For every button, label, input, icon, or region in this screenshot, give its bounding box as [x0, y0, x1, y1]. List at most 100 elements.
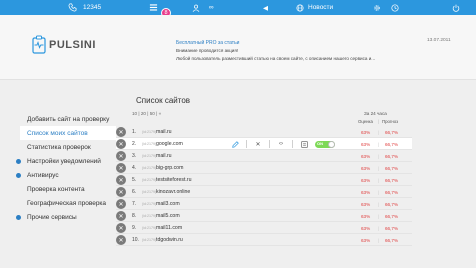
sidebar-item-other-services[interactable]: Прочие сервисы — [4, 210, 116, 224]
toggle-knob — [328, 140, 335, 148]
forecast-value: 66,7% — [385, 201, 399, 207]
infinity-icon[interactable]: ∞ — [209, 0, 214, 15]
delete-icon[interactable]: ✕ — [116, 211, 126, 221]
rating-value: 63% — [361, 165, 371, 171]
phone-counter[interactable]: 12345 — [68, 0, 101, 15]
forecast-value: 66,7% — [385, 177, 399, 183]
phone-number: 12345 — [83, 4, 102, 11]
news-link[interactable]: Новости — [296, 0, 333, 15]
sites-table: ✕ 1. (id:2179) mail.ru 63% | 66,7% ✕ 2. … — [116, 126, 412, 246]
delete-icon[interactable]: ✕ — [116, 235, 126, 245]
site-host-link[interactable]: mail.ru — [156, 129, 172, 135]
table-row[interactable]: ✕ 4. (id:2179) big-grp.com 63% | 66,7% — [116, 162, 412, 174]
site-host-link[interactable]: big-grp.com — [156, 165, 183, 171]
sidebar-item-add-site[interactable]: Добавить сайт на проверку — [4, 112, 116, 126]
gear-icon — [374, 4, 380, 11]
period-header: За 24 часа — [364, 111, 387, 116]
news-date: 13.07.2011 — [427, 38, 451, 43]
site-host-link[interactable]: google.com — [156, 141, 183, 147]
table-row[interactable]: ✕ 7. (id:2179) mail3.com 63% | 66,7% — [116, 198, 412, 210]
sidebar-item-statistics[interactable]: Статистика проверок — [4, 140, 116, 154]
sidebar-item-notifications[interactable]: Настройки уведомлений — [4, 154, 116, 168]
table-row[interactable]: ✕ 2. (id:2179) google.com ✕ ‹› ON 63% | … — [116, 138, 412, 150]
site-host-link[interactable]: tdgodwin.ru — [156, 237, 183, 243]
news-headline-link[interactable]: Бесплатный PRO за статьи — [176, 40, 239, 46]
page-title: Список сайтов — [136, 96, 191, 105]
table-row[interactable]: ✕ 9. (id:2179) mail11.com 63% | 66,7% — [116, 222, 412, 234]
hamburger-icon — [149, 4, 157, 11]
edit-icon[interactable] — [230, 139, 240, 149]
forecast-value: 66,7% — [385, 225, 399, 231]
forecast-value: 66,7% — [385, 129, 399, 135]
delete-icon[interactable]: ✕ — [116, 139, 126, 149]
news-text: Любой пользователь разместивший статью н… — [176, 56, 376, 61]
rating-value: 63% — [361, 129, 371, 135]
logout-button[interactable] — [452, 0, 460, 15]
site-host-link[interactable]: mail.ru — [156, 153, 172, 159]
rating-value: 63% — [361, 141, 371, 147]
code-icon[interactable]: ‹› — [276, 139, 286, 149]
row-actions: ✕ ‹› ON — [230, 139, 335, 149]
site-host-link[interactable]: mail11.com — [156, 225, 182, 231]
delete-icon[interactable]: ✕ — [116, 163, 126, 173]
rating-value: 63% — [361, 189, 371, 195]
history-button[interactable] — [391, 0, 399, 15]
table-row[interactable]: ✕ 10. (id:2179) tdgodwin.ru 63% | 66,7% — [116, 234, 412, 246]
sidebar-item-antivirus[interactable]: Антивирус — [4, 168, 116, 182]
bullet-icon — [16, 159, 21, 164]
sidebar: Добавить сайт на проверку Список моих са… — [4, 112, 116, 224]
profile-button[interactable] — [192, 0, 200, 15]
forecast-value: 66,7% — [385, 153, 399, 159]
logo-text: PULSINI — [49, 38, 96, 51]
stats-icon[interactable] — [299, 139, 309, 149]
clipboard-pulse-icon — [32, 35, 46, 54]
forecast-value: 66,7% — [385, 189, 399, 195]
delete-icon[interactable]: ✕ — [116, 187, 126, 197]
phone-icon — [68, 3, 77, 12]
table-row[interactable]: ✕ 6. (id:2179) kinozavr.online 63% | 66,… — [116, 186, 412, 198]
forecast-value: 66,7% — [385, 141, 399, 147]
delete-icon[interactable]: ✕ — [116, 199, 126, 209]
table-row[interactable]: ✕ 5. (id:2179) testsiteforest.ru 63% | 6… — [116, 174, 412, 186]
delete-icon[interactable]: ✕ — [116, 175, 126, 185]
forecast-value: 66,7% — [385, 237, 399, 243]
logo[interactable]: PULSINI — [32, 35, 96, 54]
forecast-value: 66,7% — [385, 165, 399, 171]
menu-button[interactable] — [148, 0, 158, 15]
settings-button[interactable] — [373, 0, 381, 15]
forecast-value: 66,7% — [385, 213, 399, 219]
top-bar: 12345 8 ∞ ◀ Новости — [0, 0, 476, 18]
bullet-icon — [16, 215, 21, 220]
sidebar-item-content-check[interactable]: Проверка контента — [4, 182, 116, 196]
site-host-link[interactable]: kinozavr.online — [156, 189, 190, 195]
site-host-link[interactable]: mail3.com — [156, 201, 180, 207]
site-host-link[interactable]: testsiteforest.ru — [156, 177, 191, 183]
delete-icon[interactable]: ✕ — [116, 127, 126, 137]
user-icon — [192, 4, 200, 12]
site-host-link[interactable]: mail5.com — [156, 213, 180, 219]
table-row[interactable]: ✕ 1. (id:2179) mail.ru 63% | 66,7% — [116, 126, 412, 138]
bullet-icon — [16, 173, 21, 178]
rating-value: 63% — [361, 177, 371, 183]
news-text: Внимание проводится акция! — [176, 48, 239, 53]
sidebar-item-my-sites[interactable]: Список моих сайтов — [20, 126, 116, 140]
table-row[interactable]: ✕ 8. (id:2179) mail5.com 63% | 66,7% — [116, 210, 412, 222]
rating-value: 63% — [361, 201, 371, 207]
rating-value: 63% — [361, 225, 371, 231]
clock-icon — [391, 3, 399, 12]
delete-icon[interactable]: ✕ — [116, 223, 126, 233]
column-header-rating[interactable]: Оценка — [358, 119, 373, 124]
rating-value: 63% — [361, 153, 371, 159]
page-size-selector[interactable]: 10 | 20 | 50 | « — [132, 111, 161, 116]
sidebar-item-geo-check[interactable]: Географическая проверка — [4, 196, 116, 210]
globe-icon — [296, 3, 304, 12]
column-header-forecast[interactable]: Прогноз — [382, 119, 398, 124]
header: PULSINI Бесплатный PRO за статьи Внимани… — [0, 15, 476, 80]
monitoring-toggle[interactable]: ON — [315, 140, 335, 148]
power-icon — [452, 4, 460, 12]
delete-icon[interactable]: ✕ — [116, 151, 126, 161]
table-row[interactable]: ✕ 3. (id:2179) mail.ru 63% | 66,7% — [116, 150, 412, 162]
close-icon[interactable]: ✕ — [253, 139, 263, 149]
back-arrow-icon[interactable]: ◀ — [263, 0, 268, 15]
rating-value: 63% — [361, 237, 371, 243]
